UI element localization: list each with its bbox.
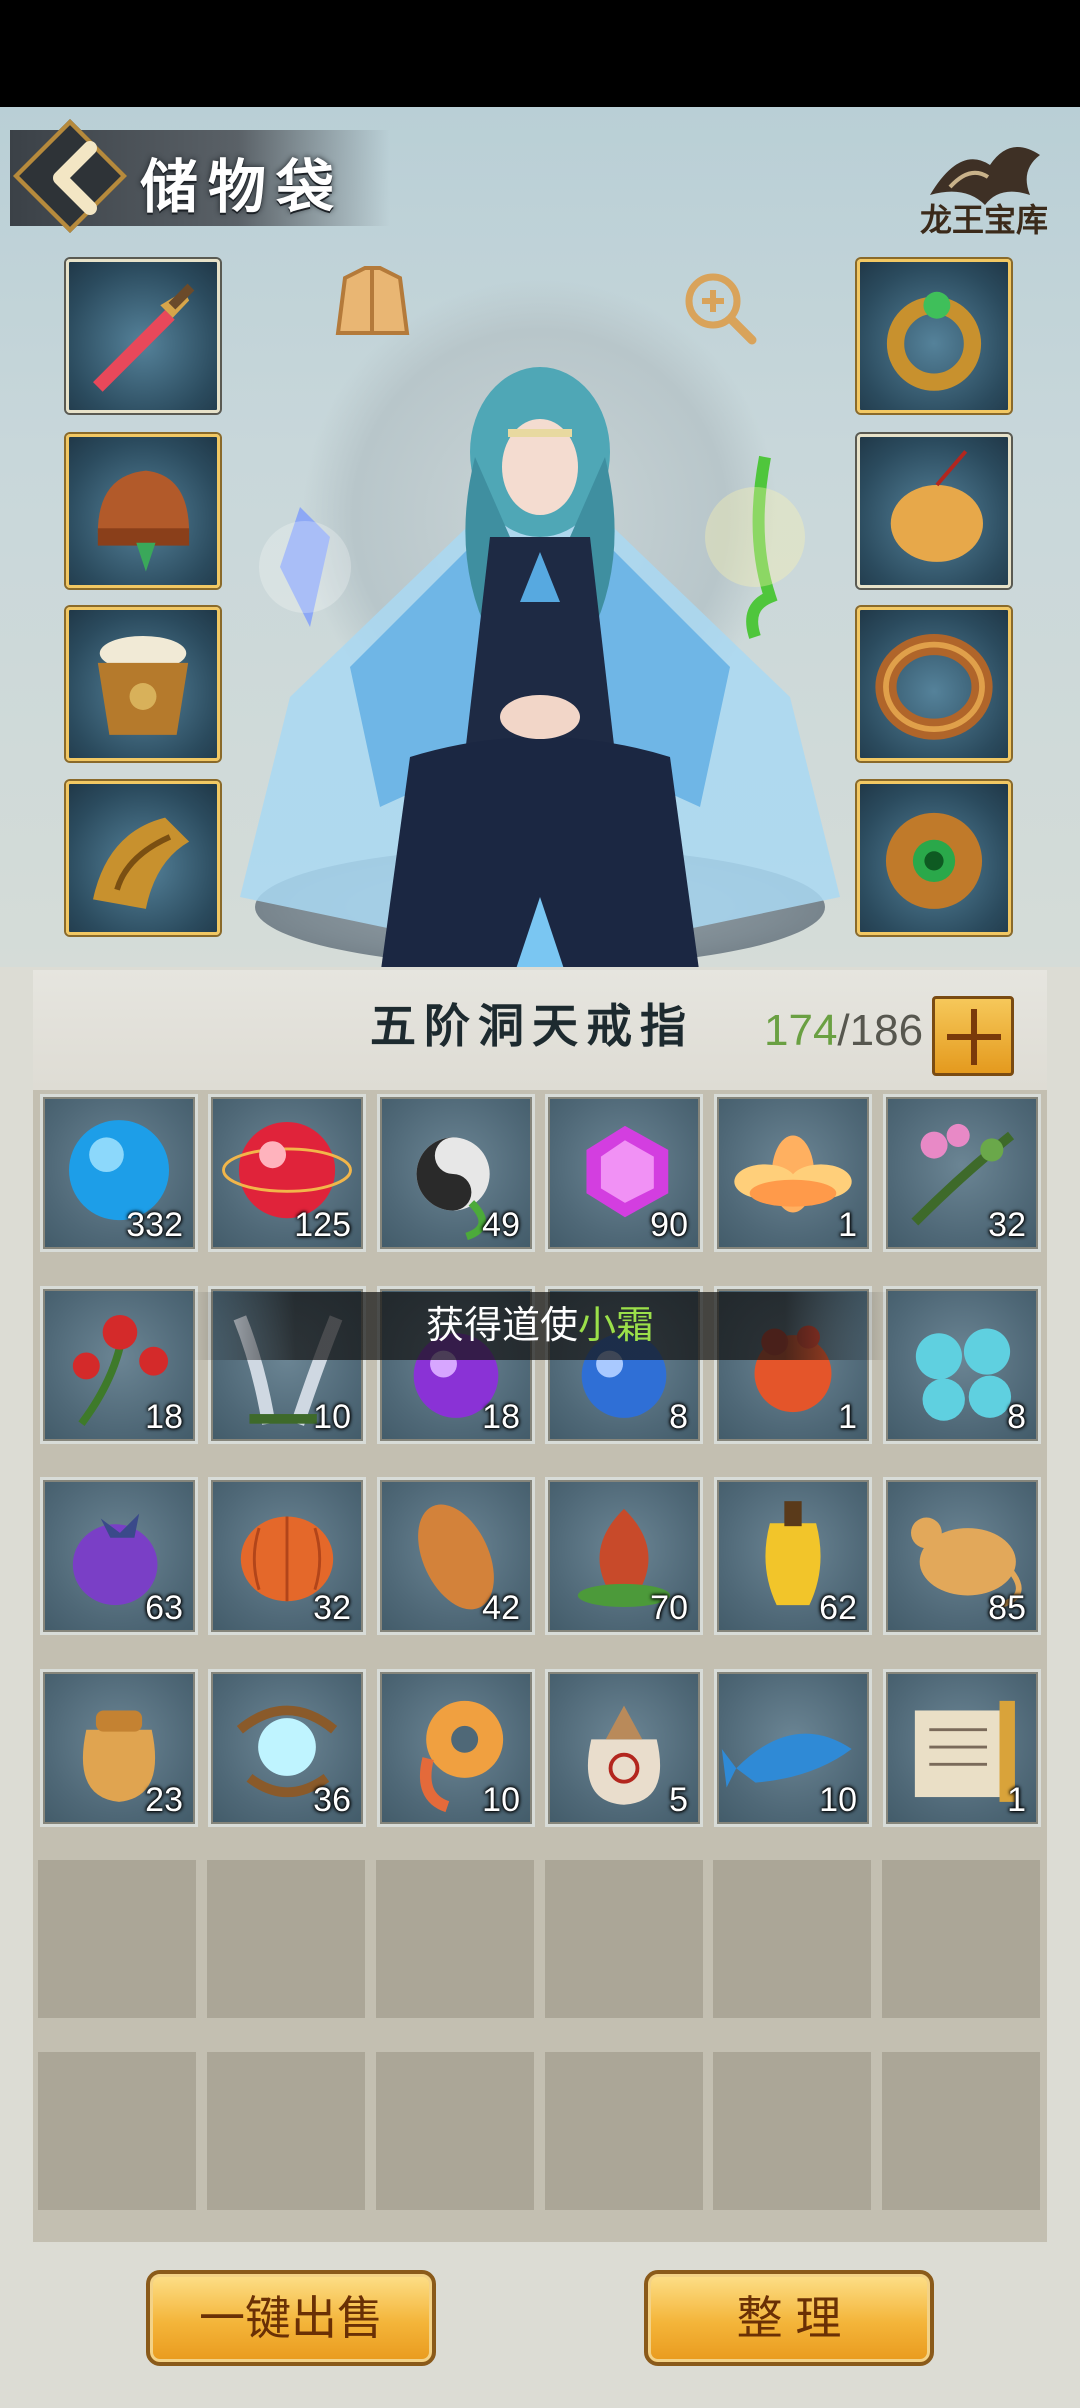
item-quantity: 32 (988, 1206, 1026, 1244)
inventory-slot[interactable]: 125 (208, 1094, 366, 1252)
empty-slot[interactable] (38, 1860, 196, 2018)
empty-slot[interactable] (376, 1860, 534, 2018)
inventory-slot[interactable]: 5 (545, 1669, 703, 1827)
empty-slot[interactable] (207, 2052, 365, 2210)
item-quantity: 62 (819, 1589, 857, 1627)
empty-slot[interactable] (545, 1860, 703, 2018)
item-quantity: 63 (145, 1589, 183, 1627)
item-quantity: 5 (669, 1781, 688, 1819)
reward-toast: 获得道使小霜 (190, 1292, 890, 1360)
item-quantity: 332 (126, 1206, 183, 1244)
gold-pendant-icon (890, 450, 984, 562)
back-chevron-icon[interactable] (40, 138, 110, 218)
item-quantity: 1 (838, 1398, 857, 1436)
empty-slot[interactable] (207, 1860, 365, 2018)
inventory-slot[interactable]: 8 (883, 1286, 1041, 1444)
item-quantity: 10 (313, 1398, 351, 1436)
inventory-slot[interactable]: 1 (883, 1669, 1041, 1827)
zoom-in-icon[interactable] (680, 268, 760, 348)
inventory-slot[interactable]: 70 (545, 1477, 703, 1635)
equip-slot-armor[interactable] (66, 607, 220, 761)
equip-slot-gauntlet[interactable] (66, 781, 220, 935)
capacity-sep: / (837, 1006, 850, 1055)
toast-prefix: 获得道使 (425, 1305, 578, 1347)
bronze-bracelet-icon (875, 634, 993, 740)
armor-outfit-icon[interactable] (325, 258, 420, 353)
gold-gauntlet-icon (93, 817, 190, 909)
item-quantity: 125 (294, 1206, 351, 1244)
expand-capacity-button[interactable] (932, 996, 1014, 1076)
item-quantity: 32 (313, 1589, 351, 1627)
equip-slot-ring[interactable] (857, 259, 1011, 413)
inventory-slot[interactable]: 85 (883, 1477, 1041, 1635)
bronze-helmet-icon (97, 470, 190, 572)
item-quantity: 49 (482, 1206, 520, 1244)
inventory-slot[interactable]: 10 (714, 1669, 872, 1827)
item-quantity: 70 (650, 1589, 688, 1627)
item-quantity: 8 (1007, 1398, 1026, 1436)
inventory-slot[interactable]: 42 (377, 1477, 535, 1635)
empty-slot[interactable] (713, 1860, 871, 2018)
inventory-slot[interactable]: 63 (40, 1477, 198, 1635)
inventory-slot[interactable]: 62 (714, 1477, 872, 1635)
equip-slot-helmet[interactable] (66, 434, 220, 588)
sword-icon (93, 283, 195, 392)
jade-ring-icon (886, 291, 982, 391)
item-quantity: 1 (1007, 1781, 1026, 1819)
item-quantity: 10 (819, 1781, 857, 1819)
equip-slot-bracelet[interactable] (857, 607, 1011, 761)
capacity-used: 174 (764, 1006, 838, 1055)
empty-slot[interactable] (376, 2052, 534, 2210)
empty-slot[interactable] (882, 2052, 1040, 2210)
item-quantity: 42 (482, 1589, 520, 1627)
equip-slot-amulet[interactable] (857, 781, 1011, 935)
page-title: 储物袋 (140, 153, 345, 221)
bag-capacity: 174/186 (764, 1006, 923, 1056)
ring-name: 五阶洞天戒指 (370, 999, 694, 1053)
equip-slot-weapon[interactable] (66, 259, 220, 413)
item-quantity: 23 (145, 1781, 183, 1819)
dragon-logo-text: 龙王宝库 (920, 201, 1049, 239)
inventory-slot[interactable]: 49 (377, 1094, 535, 1252)
sell-all-button[interactable]: 一键出售 (146, 2270, 436, 2366)
item-quantity: 90 (650, 1206, 688, 1244)
item-quantity: 10 (482, 1781, 520, 1819)
inventory-slot[interactable]: 32 (883, 1094, 1041, 1252)
inventory-slot[interactable]: 1 (714, 1094, 872, 1252)
gem-amulet-icon (885, 812, 983, 909)
item-quantity: 36 (313, 1781, 351, 1819)
item-quantity: 8 (669, 1398, 688, 1436)
empty-slot[interactable] (545, 2052, 703, 2210)
inventory-slot[interactable]: 90 (545, 1094, 703, 1252)
item-quantity: 85 (988, 1589, 1026, 1627)
empty-slot[interactable] (713, 2052, 871, 2210)
empty-slot[interactable] (38, 2052, 196, 2210)
fur-armor-icon (97, 635, 189, 735)
inventory-slot[interactable]: 10 (377, 1669, 535, 1827)
sort-button[interactable]: 整 理 (644, 2270, 934, 2366)
inventory-slot[interactable]: 18 (40, 1286, 198, 1444)
inventory-slot[interactable]: 32 (208, 1477, 366, 1635)
inventory-slot[interactable]: 36 (208, 1669, 366, 1827)
character-figure (240, 367, 840, 967)
item-quantity: 18 (145, 1398, 183, 1436)
empty-slot[interactable] (882, 1860, 1040, 2018)
inventory-slot[interactable]: 332 (40, 1094, 198, 1252)
equip-slot-pendant[interactable] (857, 434, 1011, 588)
toast-highlight: 小霜 (578, 1305, 655, 1347)
item-quantity: 18 (482, 1398, 520, 1436)
inventory-slot[interactable]: 23 (40, 1669, 198, 1827)
capacity-total: 186 (849, 1006, 924, 1055)
item-quantity: 1 (838, 1206, 857, 1244)
status-bar (0, 0, 1080, 107)
